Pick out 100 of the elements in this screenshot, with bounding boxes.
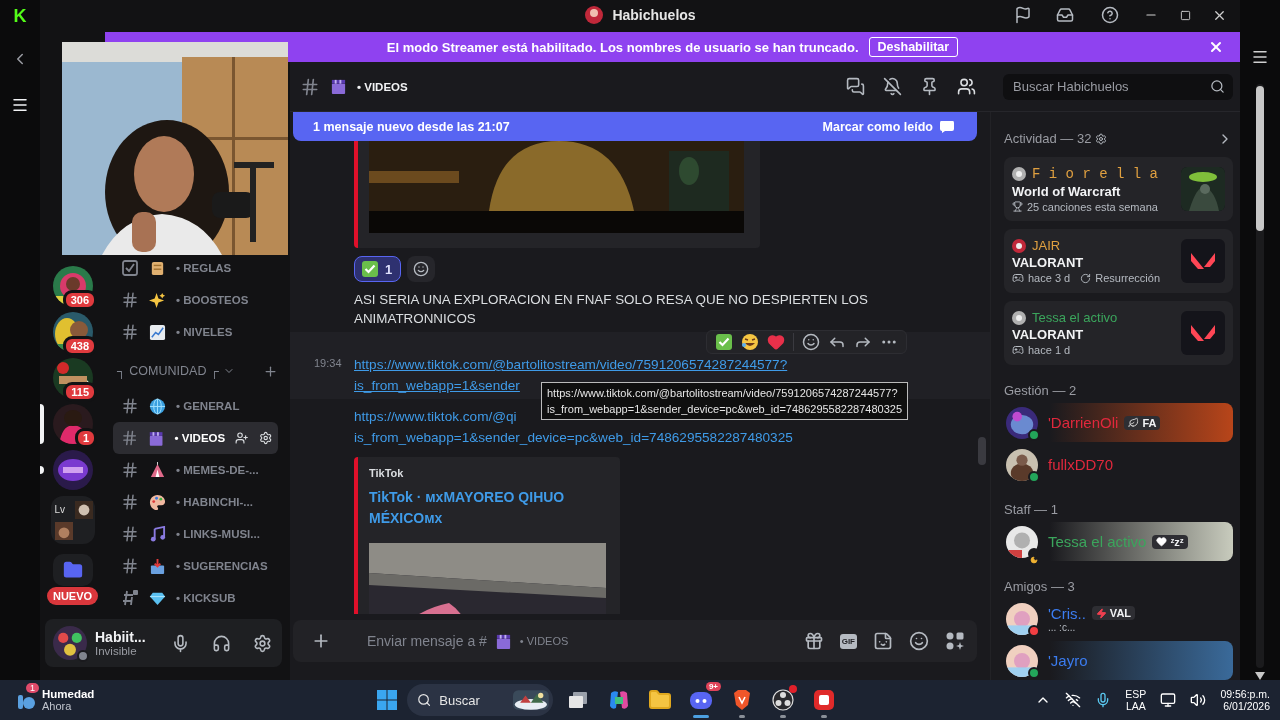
leaf-icon xyxy=(1128,417,1140,429)
help-icon[interactable] xyxy=(1101,6,1119,24)
channel-item[interactable]: • NIVELES xyxy=(113,316,278,348)
member-item[interactable]: 'Jayro xyxy=(1004,641,1233,680)
check-icon xyxy=(361,260,379,278)
channel-item[interactable]: • MEMES-DE-... xyxy=(113,454,278,486)
menu-icon[interactable] xyxy=(11,96,29,114)
rules-icon xyxy=(121,259,139,277)
embed-provider: TikTok xyxy=(369,467,405,479)
activity-card[interactable]: Tessa el activo VALORANT hace 1 d xyxy=(1004,301,1233,365)
member-name: fullxDD70 xyxy=(1048,456,1114,474)
add-channel-icon[interactable] xyxy=(263,363,278,379)
gamepad-app-icon xyxy=(689,689,713,711)
laughing-face-icon[interactable] xyxy=(741,333,759,351)
channel-item[interactable]: • KICKSUB xyxy=(113,582,278,614)
channel-item[interactable]: • BOOSTEOS xyxy=(113,284,278,316)
unread-badge: 438 xyxy=(62,336,97,356)
server-folder[interactable]: Lv xyxy=(50,496,95,544)
embed-title[interactable]: TikTok · мxMAYOREO QIHUO MÉXICOмx xyxy=(369,487,589,529)
server-item[interactable]: NUEVO xyxy=(40,550,105,608)
circle-app-icon xyxy=(772,689,794,711)
apps-icon[interactable] xyxy=(945,631,965,651)
headphones-icon[interactable] xyxy=(212,633,231,653)
invite-icon[interactable] xyxy=(235,431,249,445)
menu-icon[interactable] xyxy=(1251,48,1269,66)
channel-item[interactable]: • LINKS-MUSI... xyxy=(113,518,278,550)
member-name: 'DarrienOli xyxy=(1048,414,1119,432)
search-field[interactable]: Buscar Habichuelos xyxy=(1011,78,1210,95)
folder-label: Lv xyxy=(54,504,67,515)
game-name: VALORANT xyxy=(1012,327,1085,343)
link[interactable]: is_from_webapp=1&sender xyxy=(354,375,520,396)
channel-item[interactable]: • GENERAL xyxy=(113,390,278,422)
hash-icon xyxy=(121,493,139,511)
clock[interactable]: 09:56:p.m. 6/01/2026 xyxy=(1220,688,1270,712)
microphone-icon[interactable] xyxy=(171,633,190,653)
pin-icon[interactable] xyxy=(920,77,939,96)
scrollbar-thumb[interactable] xyxy=(978,437,986,465)
sticker-icon[interactable] xyxy=(873,631,893,651)
member-tag: VAL xyxy=(1091,606,1136,621)
settings-icon[interactable] xyxy=(253,633,272,653)
locked-hash-icon xyxy=(121,589,139,607)
search-icon xyxy=(1210,79,1225,94)
sparkle-icon xyxy=(149,291,166,309)
flag-icon[interactable] xyxy=(1014,6,1032,24)
link[interactable]: https://www.tiktok.com/@qi xyxy=(354,406,517,427)
channel-item[interactable]: • HABINCHI-... xyxy=(113,486,278,518)
new-messages-text: 1 mensaje nuevo desde las 21:07 xyxy=(313,119,510,134)
emoji-icon[interactable] xyxy=(909,631,929,651)
monitor-icon[interactable] xyxy=(1160,692,1177,708)
activity-card[interactable]: JAIR VALORANT hace 3 d Resurrección xyxy=(1004,229,1233,294)
link[interactable]: is_from_webapp=1&sender_device=pc&web_id=7486295582287480325 xyxy=(354,427,793,448)
mark-read-button[interactable]: Marcar como leído xyxy=(822,119,955,134)
settings-icon[interactable] xyxy=(258,431,272,445)
lightning-icon xyxy=(1095,607,1107,619)
members-icon[interactable] xyxy=(957,77,976,96)
channel-item[interactable]: • REGLAS xyxy=(113,252,278,284)
channel-item[interactable]: • VIDEOS xyxy=(113,422,278,454)
activity-user: F i o r e l l a xyxy=(1032,165,1159,182)
add-reaction-button[interactable] xyxy=(407,256,436,282)
message-placeholder: Enviar mensaje a # xyxy=(367,633,487,649)
speaker-icon[interactable] xyxy=(1190,692,1207,708)
link[interactable]: https://www.tiktok.com/@bartolitostream/video/7591206574287244577? xyxy=(354,354,788,375)
avatar-icon xyxy=(584,5,605,25)
member-item[interactable]: 'Cris.. VAL ... :c... xyxy=(1004,599,1233,639)
add-reaction-icon[interactable] xyxy=(802,333,820,351)
windows-icon[interactable] xyxy=(376,689,398,711)
disable-button[interactable]: Deshabilitar xyxy=(868,37,959,57)
activity-card[interactable]: F i o r e l l a World of Warcraft 25 canciones esta semana xyxy=(1004,157,1233,222)
reaction-button[interactable]: 1 xyxy=(354,256,402,282)
channel-item[interactable]: • SUGERENCIAS xyxy=(113,550,278,582)
check-icon[interactable] xyxy=(715,333,733,351)
settings-icon[interactable] xyxy=(1095,132,1108,145)
member-item[interactable]: fullxDD70 xyxy=(1004,445,1233,484)
inbox-icon[interactable] xyxy=(1056,6,1074,24)
hash-icon xyxy=(121,291,139,309)
maximize-icon[interactable] xyxy=(1179,9,1191,21)
chart-icon xyxy=(149,323,166,341)
language-indicator[interactable]: ESP LAA xyxy=(1125,688,1147,712)
server-item[interactable]: Lv xyxy=(40,496,105,544)
server-folder[interactable] xyxy=(52,554,93,586)
message-composer[interactable]: Enviar mensaje a # • VIDEOS GIF xyxy=(293,620,977,662)
gift-icon[interactable] xyxy=(803,631,824,651)
search-bar[interactable]: Buscar Habichuelos xyxy=(1003,73,1233,100)
banner-message: El modo Streamer está habilitado. Los nombres de usuario se han truncado. xyxy=(386,39,859,55)
scrollbar-thumb[interactable] xyxy=(1256,86,1264,231)
gif-button[interactable]: GIF xyxy=(839,633,857,649)
activity-detail: 25 canciones esta semana xyxy=(1027,200,1158,213)
network-off-icon[interactable] xyxy=(1065,692,1082,708)
gamepad-icon xyxy=(1012,344,1024,357)
search-bar[interactable]: Buscar xyxy=(407,684,553,716)
smile-icon xyxy=(413,261,430,277)
muted-bell-icon[interactable] xyxy=(883,77,902,96)
threads-icon[interactable] xyxy=(846,77,865,96)
group-heading: Gestión — 2 xyxy=(1004,383,1077,400)
member-item[interactable]: 'DarrienOli FA xyxy=(1004,403,1233,443)
search-field[interactable]: Buscar xyxy=(437,691,508,709)
category-name[interactable]: ┐ COMUNIDAD ┌ xyxy=(117,364,219,378)
member-name: Tessa el activo xyxy=(1048,533,1147,551)
heart-icon[interactable] xyxy=(767,333,785,351)
trophy-icon xyxy=(1012,201,1023,213)
